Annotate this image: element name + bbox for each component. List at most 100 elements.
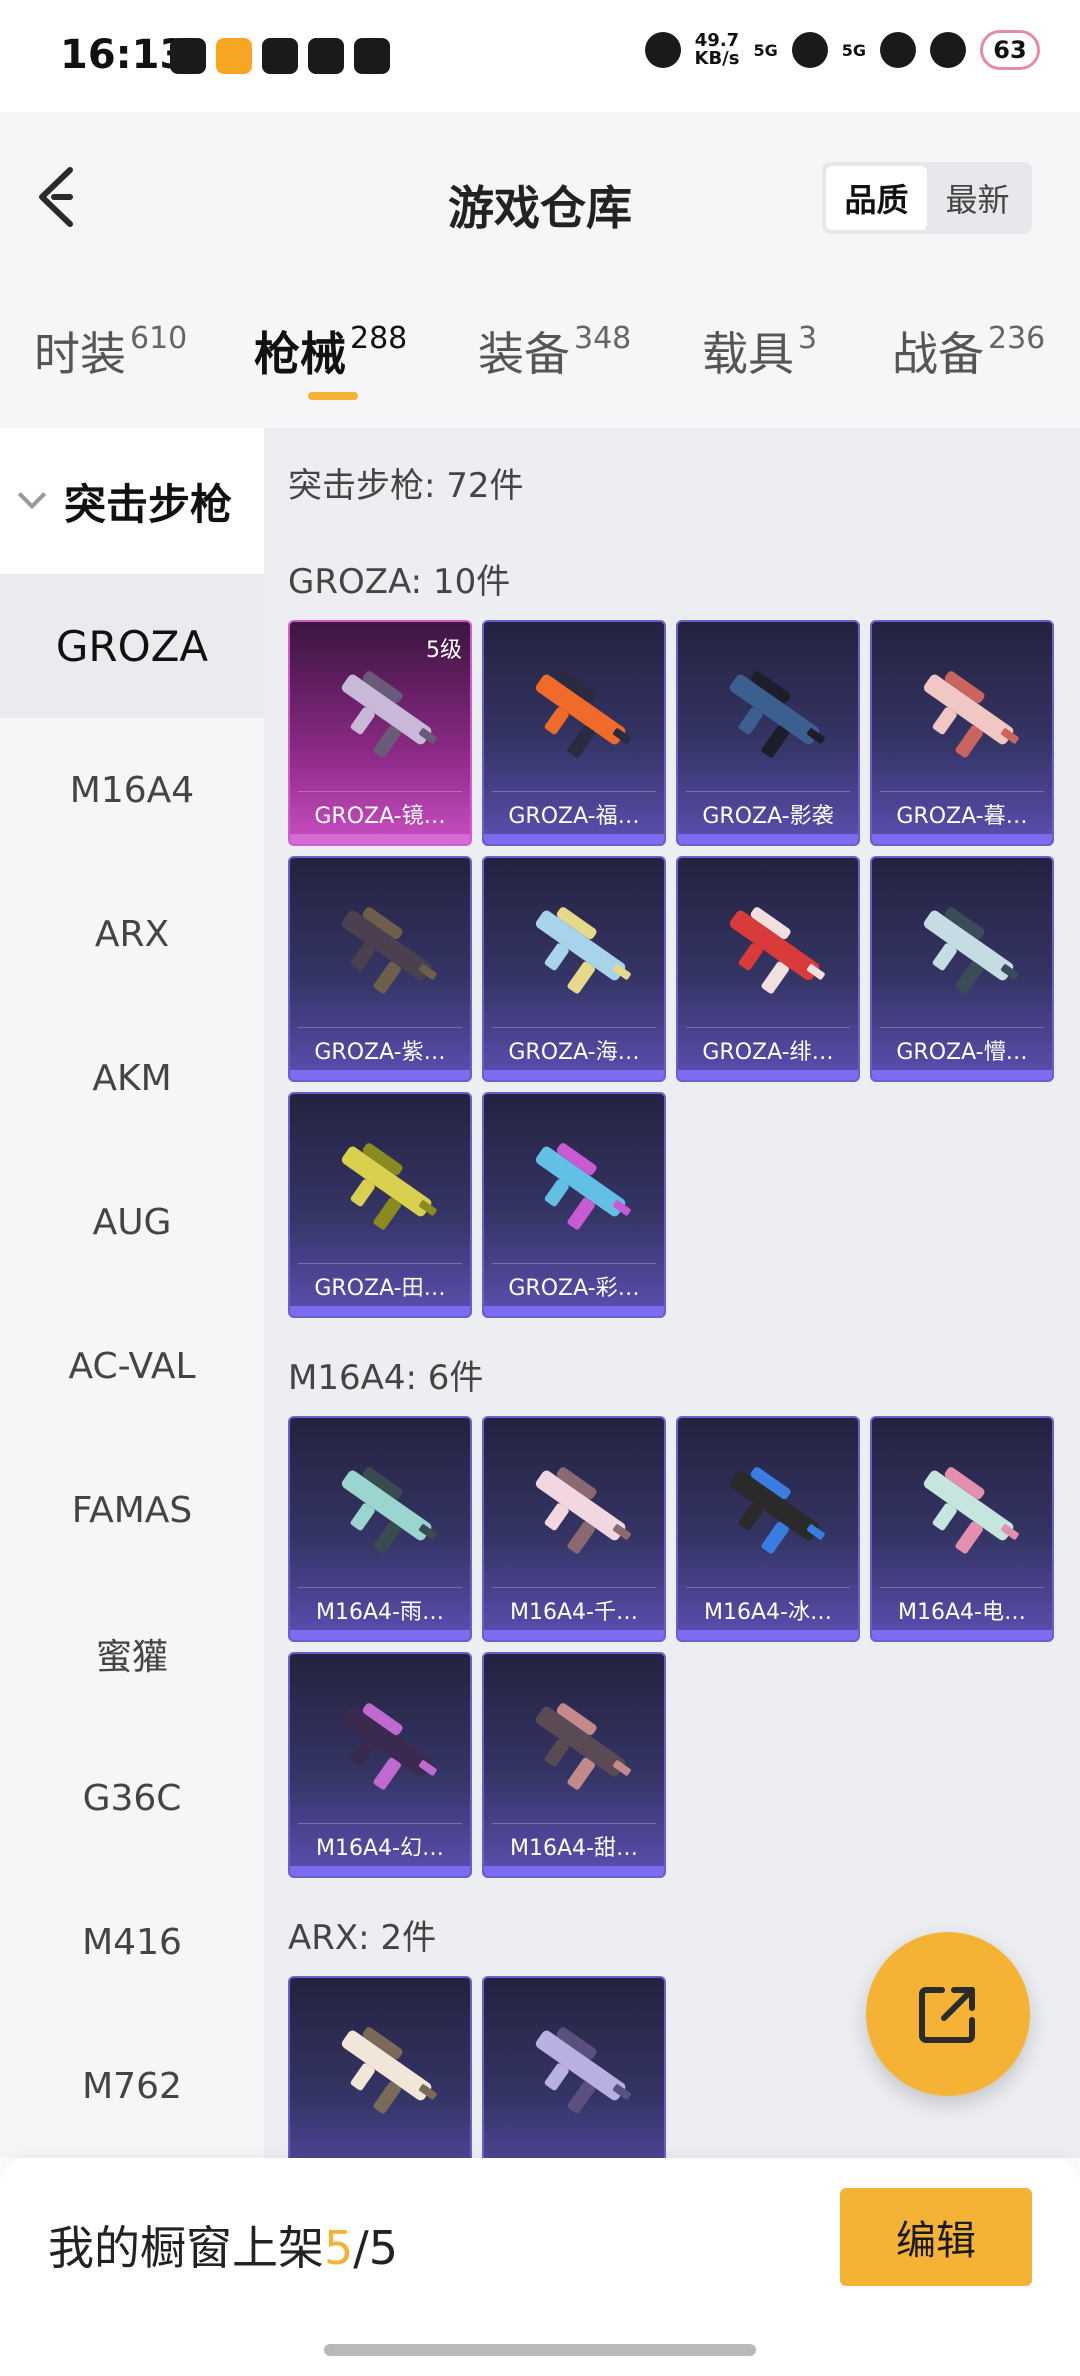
sort-by-quality[interactable]: 品质 [826,166,927,230]
card-divider [880,791,1044,792]
section-title-m16a4: M16A4: 6件 [288,1358,484,1398]
weapon-name: GROZA-紫… [314,1040,446,1065]
sidebar-item-g36c[interactable]: G36C [0,1726,264,1870]
quality-bar [872,834,1052,844]
weapon-card[interactable] [288,1976,472,2158]
card-divider [686,791,850,792]
weapon-name: GROZA-影袭 [702,804,834,829]
weapon-skin-image [341,1703,437,1790]
weapon-card[interactable] [482,1976,666,2158]
showcase-bar: 我的橱窗上架5/5 编辑 [0,2158,1080,2376]
quality-bar [872,1630,1052,1640]
card-divider [492,791,656,792]
home-indicator[interactable] [324,2344,756,2356]
tiktok-icon [308,38,344,74]
section-title-groza: GROZA: 10件 [288,562,511,602]
page-header: 游戏仓库 品质 最新 [0,112,1080,288]
battery-indicator: 63 [980,30,1040,70]
tab-equipment[interactable]: 装备 348 [478,318,631,384]
weapon-name: M16A4-冰… [704,1600,832,1625]
share-button[interactable] [866,1932,1030,2096]
sidebar-item-groza[interactable]: GROZA [0,574,264,718]
weapon-card[interactable]: GROZA-影袭 [676,620,860,846]
card-divider [298,791,462,792]
weapon-card[interactable]: M16A4-千… [482,1416,666,1642]
weapon-skin-image [923,907,1019,994]
weapon-level-badge: 5级 [426,638,462,663]
weapon-name: GROZA-镜… [314,804,446,829]
weapon-card[interactable]: GROZA-海… [482,856,666,1082]
tab-firearms[interactable]: 枪械 288 [254,318,407,384]
weapon-card[interactable]: GROZA-绯… [676,856,860,1082]
weapon-skin-image [535,1143,631,1230]
wifi-icon [930,32,966,68]
weapon-card[interactable]: M16A4-甜… [482,1652,666,1878]
signal-icon [791,32,828,68]
weapon-skin-image [341,2027,437,2114]
sidebar-item-akm[interactable]: AKM [0,1006,264,1150]
back-button[interactable] [30,162,90,232]
chevron-down-icon [17,480,47,510]
sidebar-item-m16a4[interactable]: M16A4 [0,718,264,862]
sidebar-item-honey-badger[interactable]: 蜜獾 [0,1582,264,1726]
sort-toggle: 品质 最新 [822,162,1032,234]
sidebar-group-assault-rifles[interactable]: 突击步枪 [0,428,264,574]
card-divider [686,1587,850,1588]
card-divider [686,1027,850,1028]
weapon-card[interactable]: M16A4-冰… [676,1416,860,1642]
tab-label: 战备 [892,327,984,381]
sidebar-item-famas[interactable]: FAMAS [0,1438,264,1582]
tab-label: 枪械 [254,327,346,381]
weapon-grid: 突击步枪: 72件 GROZA: 10件 M16A4: 6件 ARX: 2件 5… [264,428,1080,2158]
tab-label: 载具 [702,327,794,381]
weapon-skin-image [341,671,437,758]
weapon-skin-image [729,671,825,758]
quality-bar [290,1070,470,1080]
status-bar: 16:13 49.7 KB/s 5G 5G 63 [0,0,1080,112]
weapon-skin-image [341,1143,437,1230]
sidebar-item-aug[interactable]: AUG [0,1150,264,1294]
card-divider [492,1823,656,1824]
tab-supplies[interactable]: 战备 236 [892,318,1045,384]
sidebar-item-m762[interactable]: M762 [0,2014,264,2158]
app-notification-icon [216,38,252,74]
section-title-arx: ARX: 2件 [288,1918,437,1958]
weapon-card[interactable]: GROZA-懵… [870,856,1054,1082]
weapon-name: M16A4-幻… [316,1836,444,1861]
weapon-card[interactable]: GROZA-彩… [482,1092,666,1318]
weapon-card[interactable]: GROZA-田… [288,1092,472,1318]
edit-button[interactable]: 编辑 [840,2188,1032,2286]
notification-icons [170,38,390,74]
weapon-card[interactable]: M16A4-电… [870,1416,1054,1642]
card-divider [880,1027,1044,1028]
sidebar-item-arx[interactable]: ARX [0,862,264,1006]
weapon-skin-image [535,1467,631,1554]
weapon-name: GROZA-彩… [508,1276,640,1301]
weapon-card[interactable]: M16A4-雨… [288,1416,472,1642]
tab-label: 时装 [34,327,126,381]
weapon-card[interactable]: 5级 GROZA-镜… [288,620,472,846]
tab-vehicles[interactable]: 载具 3 [702,318,817,384]
share-icon [919,1987,975,2043]
weapon-skin-image [341,1467,437,1554]
tab-count: 288 [350,321,408,356]
showcase-total: /5 [353,2221,399,2275]
weapon-card[interactable]: GROZA-紫… [288,856,472,1082]
weapon-card[interactable]: GROZA-暮… [870,620,1054,846]
sort-by-newest[interactable]: 最新 [927,166,1028,230]
tab-count: 610 [130,321,188,356]
weapon-skin-image [535,907,631,994]
sidebar-item-m416[interactable]: M416 [0,1870,264,2014]
weapon-name: GROZA-海… [508,1040,640,1065]
card-divider [298,1587,462,1588]
weapon-card[interactable]: M16A4-幻… [288,1652,472,1878]
weapon-name: GROZA-绯… [702,1040,834,1065]
sidebar-item-ac-val[interactable]: AC-VAL [0,1294,264,1438]
weapon-card[interactable]: GROZA-福… [482,620,666,846]
quality-bar [678,1630,858,1640]
card-divider [880,1587,1044,1588]
speed-unit: KB/s [694,48,740,69]
card-divider [298,1263,462,1264]
quality-bar [678,1070,858,1080]
tab-fashion[interactable]: 时装 610 [34,318,187,384]
